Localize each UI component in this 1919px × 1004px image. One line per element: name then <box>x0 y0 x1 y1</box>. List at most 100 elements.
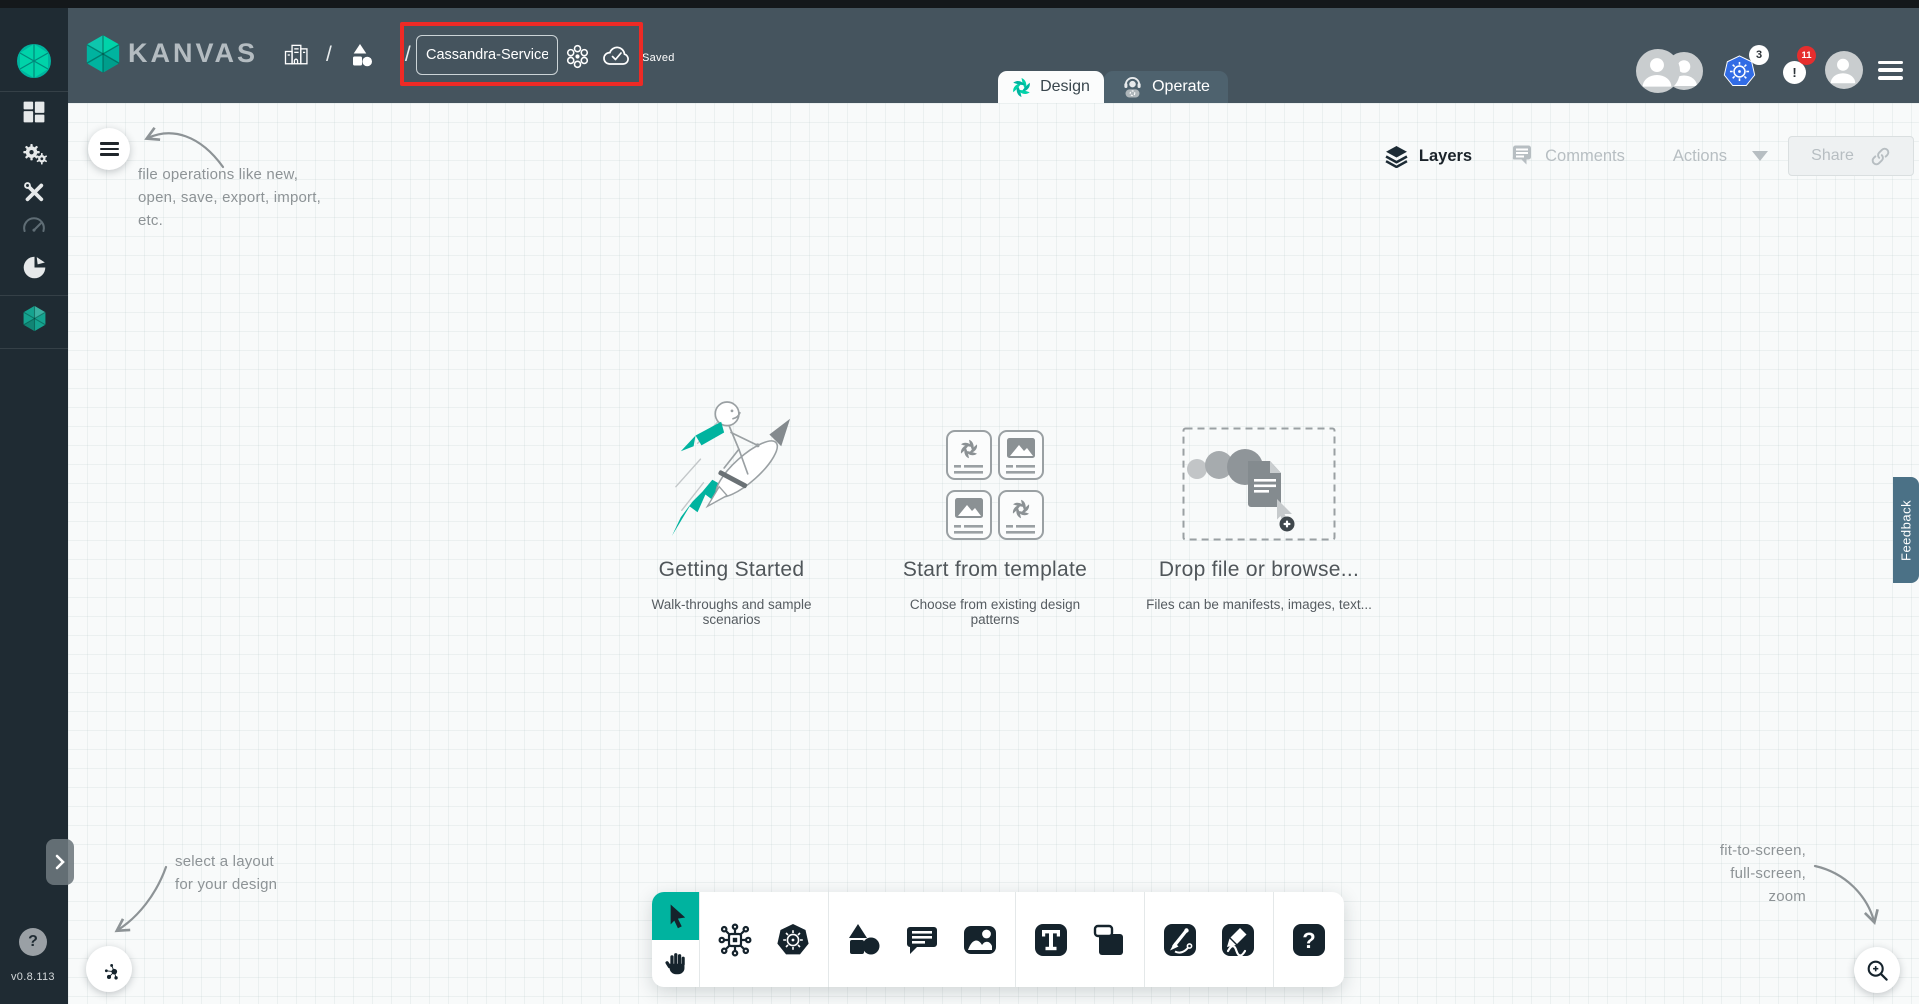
sidebar-item-kanvas[interactable] <box>0 304 68 333</box>
tool-shapes[interactable] <box>844 920 884 960</box>
start-from-template-card[interactable]: Start from template Choose from existing… <box>885 391 1105 627</box>
tool-pan[interactable] <box>652 940 699 988</box>
tool-comment[interactable] <box>902 920 942 960</box>
version-label: v0.8.113 <box>11 971 55 983</box>
meshery-logo-icon[interactable] <box>15 42 53 80</box>
comments-icon <box>1512 145 1532 165</box>
mode-tabs: Design Operate <box>998 71 1228 103</box>
layers-button[interactable]: Layers <box>1385 145 1472 168</box>
sidebar-item-extensions[interactable] <box>0 254 68 281</box>
card-title[interactable]: Start from template <box>903 558 1087 582</box>
header-right-cluster: 3 ! 11 <box>1636 42 1903 98</box>
comments-button[interactable]: Comments <box>1510 144 1625 168</box>
extensions-icon <box>23 256 45 279</box>
notifications-button[interactable]: ! 11 <box>1780 46 1816 92</box>
breadcrumb-separator: / <box>404 43 411 66</box>
kanvas-app: ? v0.8.113 KANVAS / / Cassandra-Service … <box>0 0 1919 1004</box>
sidebar-divider <box>0 295 68 296</box>
layers-icon <box>1385 145 1408 168</box>
hand-icon <box>665 953 685 975</box>
drop-file-illustration <box>1182 391 1336 541</box>
sidebar-item-dashboard[interactable] <box>0 99 68 125</box>
operator-icon <box>1124 76 1141 98</box>
breadcrumb-separator: / <box>326 43 332 66</box>
tool-component[interactable] <box>715 920 755 960</box>
collaborator-avatar[interactable] <box>1636 49 1680 93</box>
sidebar-item-performance[interactable] <box>0 213 68 237</box>
layers-label: Layers <box>1418 146 1473 165</box>
share-button[interactable]: Share <box>1788 136 1914 176</box>
dashboard-icon <box>23 101 45 123</box>
link-icon <box>1871 147 1890 165</box>
actions-label: Actions <box>1672 146 1727 165</box>
workspace-shapes-icon[interactable] <box>348 42 374 68</box>
design-canvas[interactable]: file operations like new, open, save, ex… <box>68 103 1919 1004</box>
shapes-icon <box>849 923 880 954</box>
note-icon <box>1093 924 1124 955</box>
sidebar-item-lifecycle[interactable] <box>0 140 68 166</box>
zoom-controls-button[interactable] <box>1854 947 1900 993</box>
canvas-toolbar: ? <box>652 892 1344 987</box>
cloud-saved-icon[interactable] <box>601 43 631 69</box>
tool-draw[interactable] <box>1218 920 1258 960</box>
cluster-layout-icon <box>104 964 118 980</box>
tool-text[interactable] <box>1031 920 1071 960</box>
card-title[interactable]: Getting Started <box>659 558 805 582</box>
layout-annotation: select a layout for your design <box>175 853 278 893</box>
browser-top-strip <box>0 0 1919 8</box>
saved-status: Saved <box>642 52 675 64</box>
pointer-tools <box>652 892 700 988</box>
chevron-right-icon <box>55 854 65 870</box>
help-glyph: ? <box>28 933 38 950</box>
card-title[interactable]: Drop file or browse... <box>1159 558 1359 582</box>
zoom-in-icon <box>1867 960 1888 981</box>
sidebar-expand-button[interactable] <box>46 839 74 885</box>
kanvas-logo-icon[interactable] <box>82 33 124 77</box>
help-tools: ? <box>1274 892 1344 987</box>
tool-help[interactable]: ? <box>1289 920 1329 960</box>
collaborator-avatars[interactable] <box>1636 48 1706 93</box>
design-name-input[interactable] <box>416 35 558 75</box>
crossed-tools-icon <box>24 182 44 202</box>
mesh-cluster-icon[interactable] <box>565 44 590 69</box>
actions-dropdown[interactable]: Actions <box>1673 147 1768 166</box>
pencil-icon <box>1222 923 1255 957</box>
menu-icon <box>99 142 119 156</box>
help-button[interactable]: ? <box>19 928 47 956</box>
text-icon <box>1035 923 1068 956</box>
tab-operate-label: Operate <box>1152 78 1210 95</box>
profile-avatar[interactable] <box>1825 51 1863 89</box>
sidebar-divider <box>0 348 68 349</box>
templates-illustration <box>945 391 1045 541</box>
breadcrumb: / / <box>282 36 411 74</box>
kubernetes-count-badge: 3 <box>1749 45 1769 65</box>
header-menu-button[interactable] <box>1878 60 1903 80</box>
tool-select[interactable] <box>652 892 700 940</box>
gears-icon <box>23 143 47 165</box>
kubernetes-context-button[interactable]: 3 <box>1721 45 1769 92</box>
rocket-illustration <box>668 391 796 541</box>
file-menu-button[interactable] <box>88 128 130 170</box>
comments-label: Comments <box>1545 146 1625 165</box>
card-subtitle: Choose from existing design patterns <box>909 597 1081 627</box>
tab-design[interactable]: Design <box>998 71 1104 103</box>
tool-pen[interactable] <box>1160 920 1200 960</box>
sidebar-item-configuration[interactable] <box>0 179 68 205</box>
tab-operate[interactable]: Operate <box>1104 71 1228 103</box>
image-icon <box>964 925 997 954</box>
circuit-icon <box>718 923 752 957</box>
design-top-bar: Layers Comments Actions Share <box>1385 136 1914 176</box>
getting-started-card[interactable]: Getting Started Walk-throughs and sample… <box>624 391 839 627</box>
kubernetes-icon <box>777 923 809 954</box>
feedback-tab[interactable]: Feedback <box>1893 477 1919 583</box>
sidebar-divider <box>0 91 68 92</box>
drop-file-card[interactable]: Drop file or browse... Files can be mani… <box>1139 391 1379 612</box>
tool-note[interactable] <box>1089 920 1129 960</box>
kanvas-icon <box>22 305 46 332</box>
design-spiral-icon <box>1012 77 1032 97</box>
tool-media[interactable] <box>960 920 1000 960</box>
organization-icon[interactable] <box>282 41 310 69</box>
layout-select-button[interactable] <box>86 946 132 992</box>
tool-kubernetes[interactable] <box>773 920 813 960</box>
text-tools <box>1016 892 1144 987</box>
